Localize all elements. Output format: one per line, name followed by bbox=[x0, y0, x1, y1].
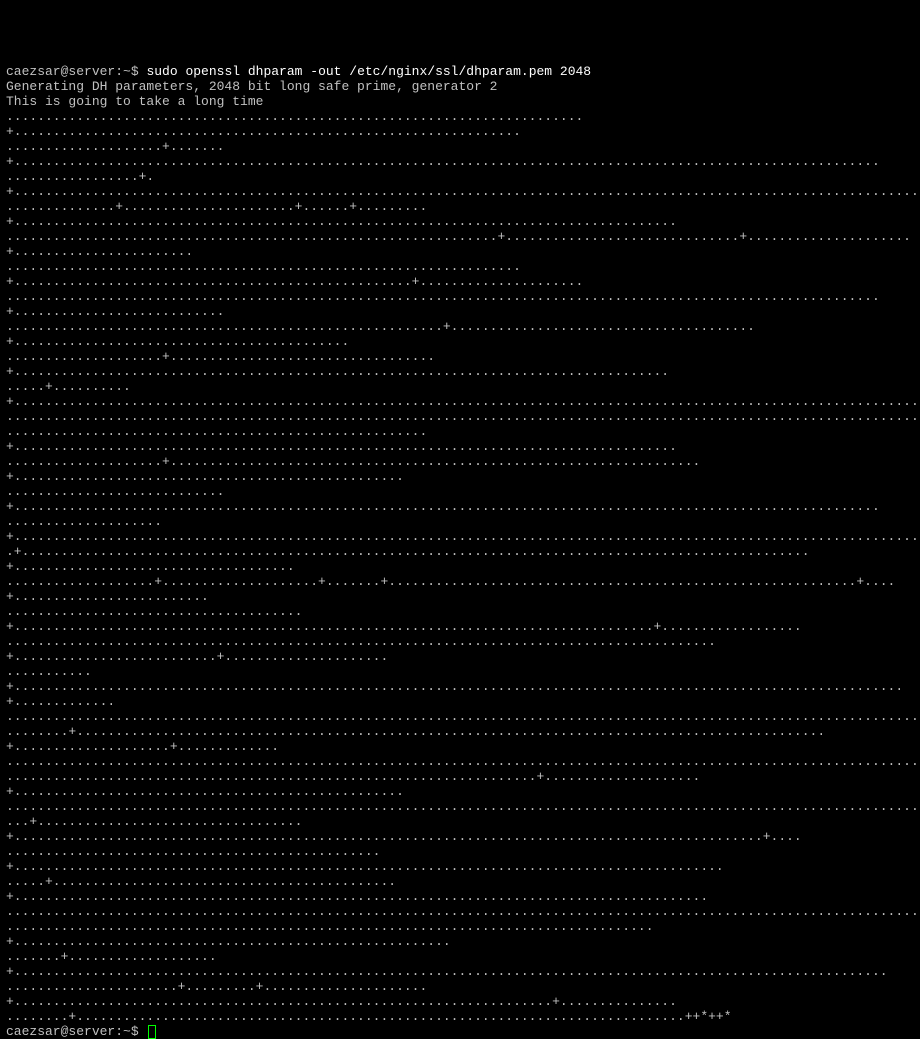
output-line-1: Generating DH parameters, 2048 bit long … bbox=[6, 79, 497, 94]
dh-progress-output: ........................................… bbox=[6, 109, 920, 1024]
prompt-user-1: caezsar@server:~$ bbox=[6, 64, 146, 79]
prompt-user-2: caezsar@server:~$ bbox=[6, 1024, 146, 1039]
cursor[interactable] bbox=[148, 1025, 156, 1039]
command-text: sudo openssl dhparam -out /etc/nginx/ssl… bbox=[146, 64, 591, 79]
output-line-2: This is going to take a long time bbox=[6, 94, 263, 109]
